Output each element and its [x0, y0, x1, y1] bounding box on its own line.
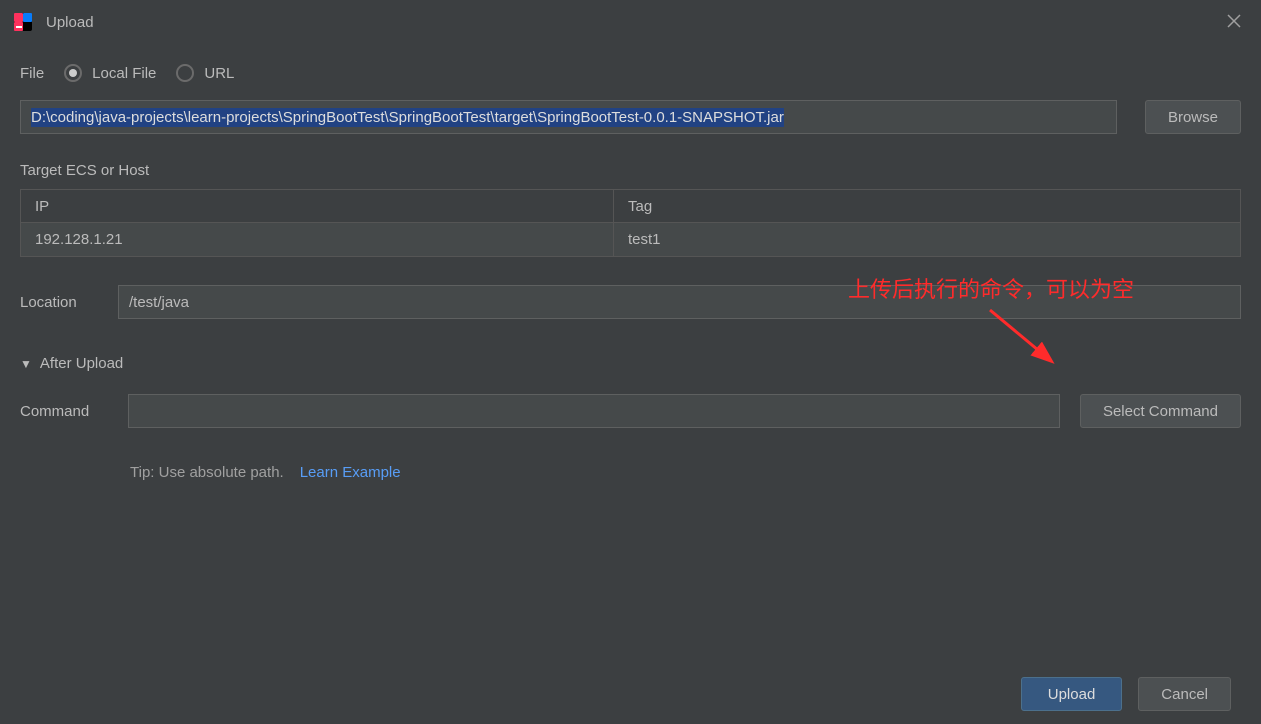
dialog-title: Upload	[46, 14, 94, 31]
file-source-row: File Local File URL	[20, 64, 1241, 82]
location-row: Location	[20, 285, 1241, 319]
url-label: URL	[204, 65, 234, 82]
intellij-icon	[14, 13, 32, 31]
cell-tag: test1	[614, 223, 1240, 256]
radio-indicator-checked-icon	[64, 64, 82, 82]
select-command-button[interactable]: Select Command	[1080, 394, 1241, 428]
after-upload-toggle[interactable]: ▼ After Upload	[20, 355, 1241, 372]
tip-row: Tip: Use absolute path. Learn Example	[130, 464, 1241, 481]
chevron-down-icon: ▼	[20, 357, 32, 371]
title-bar: Upload	[0, 0, 1261, 44]
radio-indicator-icon	[176, 64, 194, 82]
file-path-input[interactable]: D:\coding\java-projects\learn-projects\S…	[20, 100, 1117, 134]
table-header-row: IP Tag	[21, 190, 1240, 223]
target-table: IP Tag 192.128.1.21 test1	[20, 189, 1241, 257]
url-radio[interactable]: URL	[176, 64, 234, 82]
command-row: Command Select Command	[20, 394, 1241, 428]
file-label: File	[20, 65, 44, 82]
close-icon[interactable]	[1227, 14, 1241, 33]
local-file-label: Local File	[92, 65, 156, 82]
column-header-tag[interactable]: Tag	[614, 190, 1240, 222]
file-path-value: D:\coding\java-projects\learn-projects\S…	[31, 108, 784, 127]
column-header-ip[interactable]: IP	[21, 190, 614, 222]
after-upload-label: After Upload	[40, 355, 123, 372]
learn-example-link[interactable]: Learn Example	[300, 464, 401, 481]
file-path-row: D:\coding\java-projects\learn-projects\S…	[20, 100, 1241, 134]
location-label: Location	[20, 294, 90, 311]
target-section-label: Target ECS or Host	[20, 162, 1241, 179]
table-row[interactable]: 192.128.1.21 test1	[21, 223, 1240, 256]
local-file-radio[interactable]: Local File	[64, 64, 156, 82]
cancel-button[interactable]: Cancel	[1138, 677, 1231, 711]
tip-text: Tip: Use absolute path.	[130, 464, 284, 481]
dialog-footer: Upload Cancel	[0, 664, 1261, 724]
upload-button[interactable]: Upload	[1021, 677, 1123, 711]
command-input[interactable]	[128, 394, 1060, 428]
browse-button[interactable]: Browse	[1145, 100, 1241, 134]
cell-ip: 192.128.1.21	[21, 223, 614, 256]
location-input[interactable]	[118, 285, 1241, 319]
command-label: Command	[20, 403, 108, 420]
